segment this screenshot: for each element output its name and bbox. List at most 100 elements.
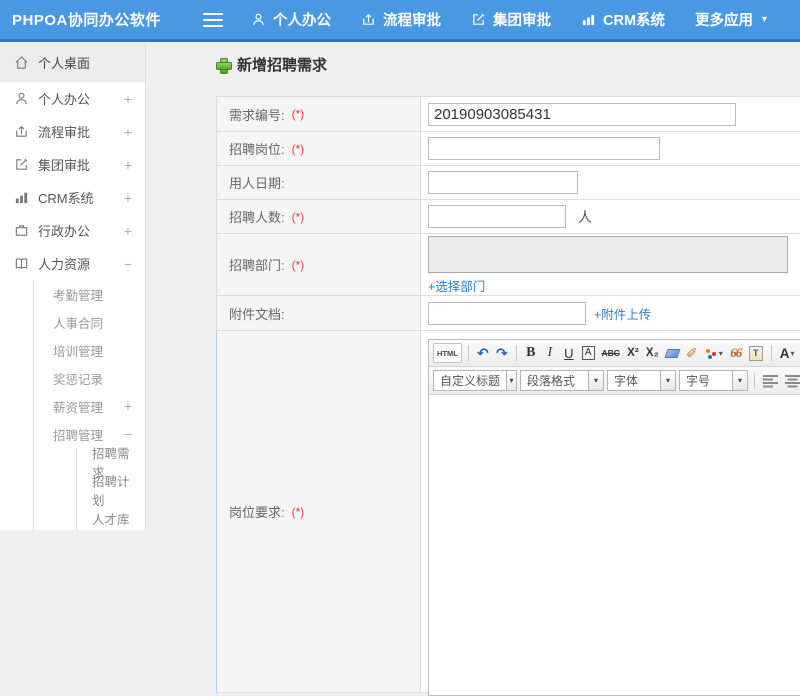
html-source-button[interactable]: HTML [433, 343, 462, 363]
nav-item-more-apps[interactable]: 更多应用 ▾ [695, 9, 767, 30]
expand-icon[interactable]: + [121, 223, 135, 239]
form-row-demand-no: 需求编号: (*) [217, 97, 800, 132]
field-label: 招聘部门: [229, 255, 285, 274]
paragraph-format-select[interactable]: 段落格式 ▾ [520, 370, 604, 391]
blockquote-button[interactable]: 66 [728, 343, 744, 363]
underline-button[interactable]: U [561, 343, 577, 363]
expand-icon[interactable]: + [121, 398, 135, 414]
sidebar-item-crm[interactable]: CRM系统 + [0, 181, 145, 214]
align-left-button[interactable] [761, 371, 780, 391]
bar-chart-icon [14, 190, 38, 205]
caret-down-icon: ▾ [719, 349, 723, 358]
format-brush-button[interactable]: ✐ [684, 343, 700, 363]
clipboard-icon: T [749, 346, 763, 361]
subscript-button[interactable]: X₂ [644, 343, 661, 363]
editor-toolbar-row2: 自定义标题 ▾ 段落格式 ▾ 字体 ▾ 字号 ▾ [429, 367, 800, 395]
required-mark: (*) [292, 142, 305, 156]
attachment-upload-link[interactable]: +附件上传 [594, 304, 651, 323]
required-mark: (*) [292, 258, 305, 272]
redo-button[interactable]: ↷ [494, 343, 510, 363]
nav-item-group-approval[interactable]: 集团审批 [471, 9, 551, 30]
select-department-link[interactable]: +选择部门 [428, 276, 485, 295]
caret-down-icon: ▾ [660, 371, 675, 390]
caret-down-icon: ▾ [588, 371, 603, 390]
collapse-icon[interactable]: − [121, 426, 135, 442]
bold-button[interactable]: B [523, 343, 539, 363]
hamburger-menu-button[interactable] [203, 13, 223, 27]
form-row-job-requirement: 岗位要求: (*) HTML ↶ ↷ B I U A ABC [216, 331, 800, 693]
expand-icon[interactable]: + [121, 190, 135, 206]
editor-content-area[interactable] [429, 395, 800, 695]
rich-text-editor: HTML ↶ ↷ B I U A ABC X² X₂ ✐ [428, 339, 800, 696]
expand-icon[interactable]: + [121, 91, 135, 107]
briefcase-icon [14, 223, 38, 238]
paste-button[interactable]: T [747, 343, 765, 363]
emotion-button[interactable]: ▾ [703, 343, 725, 363]
anchor-button[interactable]: A [582, 346, 595, 360]
sidebar-item-hr[interactable]: 人力资源 − [0, 247, 145, 280]
field-label: 附件文档: [229, 304, 285, 323]
font-family-select[interactable]: 字体 ▾ [607, 370, 676, 391]
eraser-button[interactable] [664, 343, 681, 363]
sidebar-item-attendance[interactable]: 考勤管理 [34, 280, 145, 308]
nav-item-personal-office[interactable]: 个人办公 [251, 9, 331, 30]
strikethrough-button[interactable]: ABC [600, 343, 622, 363]
nav-item-label: CRM系统 [603, 9, 665, 30]
nav-item-crm[interactable]: CRM系统 [581, 9, 665, 30]
sidebar-item-salary[interactable]: 薪资管理 + [34, 392, 145, 420]
field-label: 招聘人数: [229, 207, 285, 226]
hire-date-input[interactable] [428, 171, 578, 194]
hr-submenu: 考勤管理 人事合同 培训管理 奖惩记录 薪资管理 + 招聘管理 − 招聘需求 招… [33, 280, 145, 532]
required-mark: (*) [292, 210, 305, 224]
form-row-headcount: 招聘人数: (*) 人 [217, 200, 800, 234]
undo-button[interactable]: ↶ [475, 343, 491, 363]
caret-down-icon: ▾ [732, 371, 747, 390]
sidebar-item-hr-contract[interactable]: 人事合同 [34, 308, 145, 336]
top-navigation: 个人办公 流程审批 集团审批 CRM系统 更多应用 ▾ [251, 9, 767, 30]
recruit-demand-form: 需求编号: (*) 招聘岗位: (*) 用人日期: [216, 96, 800, 693]
italic-button[interactable]: I [542, 343, 558, 363]
editor-toolbar-row1: HTML ↶ ↷ B I U A ABC X² X₂ ✐ [429, 340, 800, 367]
nav-item-workflow-approval[interactable]: 流程审批 [361, 9, 441, 30]
align-center-button[interactable] [783, 371, 800, 391]
attachment-input[interactable] [428, 302, 586, 325]
plus-icon [216, 58, 230, 72]
nav-item-label: 更多应用 [695, 9, 753, 30]
sidebar-item-group-approval[interactable]: 集团审批 + [0, 148, 145, 181]
expand-icon[interactable]: + [121, 157, 135, 173]
sidebar-item-talent-pool[interactable]: 人才库 [77, 504, 145, 532]
book-icon [14, 256, 38, 271]
field-label: 需求编号: [229, 105, 285, 124]
form-row-attachment: 附件文档: +附件上传 [217, 296, 800, 331]
user-icon [251, 12, 266, 27]
custom-title-select[interactable]: 自定义标题 ▾ [433, 370, 517, 391]
sidebar-item-workflow-approval[interactable]: 流程审批 + [0, 115, 145, 148]
sidebar-item-admin-office[interactable]: 行政办公 + [0, 214, 145, 247]
caret-down-icon: ▾ [790, 349, 794, 358]
caret-down-icon: ▾ [762, 14, 767, 25]
font-size-select[interactable]: 字号 ▾ [679, 370, 748, 391]
sidebar-item-training[interactable]: 培训管理 [34, 336, 145, 364]
sidebar-item-reward-punishment[interactable]: 奖惩记录 [34, 364, 145, 392]
recruitment-submenu: 招聘需求 招聘计划 人才库 [76, 448, 145, 532]
department-textarea[interactable] [428, 236, 788, 273]
collapse-icon[interactable]: − [121, 256, 135, 272]
sidebar-item-personal-office[interactable]: 个人办公 + [0, 82, 145, 115]
headcount-unit: 人 [578, 207, 592, 227]
job-position-input[interactable] [428, 137, 660, 160]
sidebar-item-personal-desktop[interactable]: 个人桌面 [0, 42, 145, 82]
expand-icon[interactable]: + [121, 124, 135, 140]
required-mark: (*) [292, 505, 305, 519]
color-dots-icon [705, 347, 718, 360]
topbar: PHPOA协同办公软件 个人办公 流程审批 集团审批 CRM系统 更多应用 ▾ [0, 0, 800, 42]
required-mark: (*) [292, 107, 305, 121]
page-title: 新增招聘需求 [216, 54, 327, 75]
demand-no-input[interactable] [428, 103, 736, 126]
form-row-job-position: 招聘岗位: (*) [217, 132, 800, 166]
headcount-input[interactable] [428, 205, 566, 228]
nav-item-label: 流程审批 [383, 9, 441, 30]
edit-icon [14, 157, 38, 172]
superscript-button[interactable]: X² [625, 343, 641, 363]
sidebar-item-recruit-plan[interactable]: 招聘计划 [77, 476, 145, 504]
font-color-button[interactable]: A▾ [778, 343, 797, 363]
